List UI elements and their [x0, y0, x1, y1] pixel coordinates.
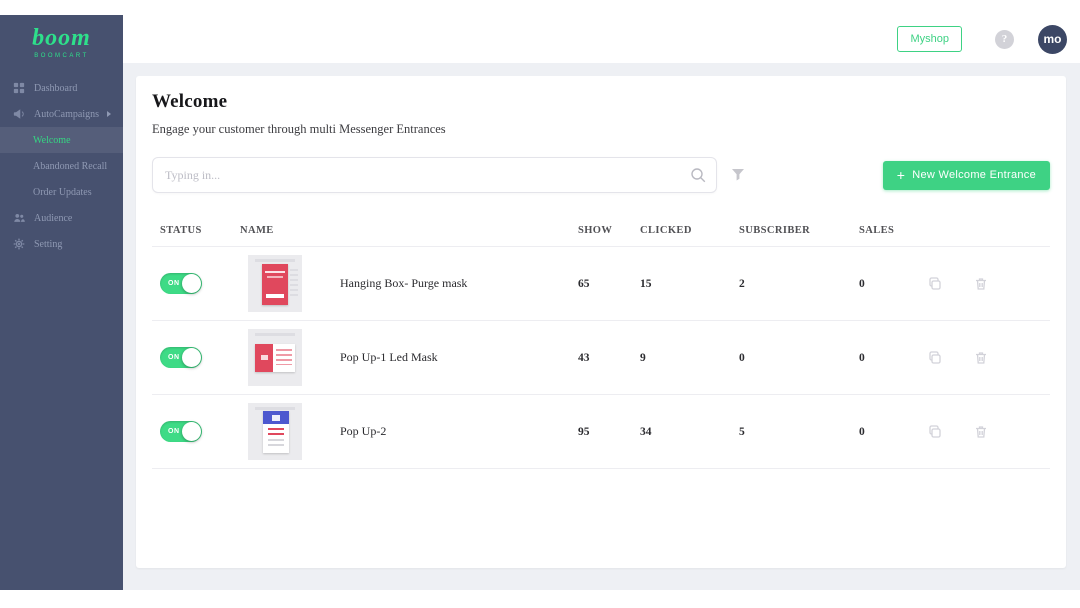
cell-name: Pop Up-2 — [240, 403, 570, 460]
chevron-right-icon — [107, 111, 111, 117]
delete-icon[interactable] — [973, 276, 989, 292]
campaign-icon — [13, 108, 25, 120]
toggle-on-label: ON — [168, 280, 180, 287]
cell-actions — [913, 276, 1050, 292]
sidebar-nav: Dashboard AutoCampaigns Welcome Abandone… — [0, 75, 123, 257]
avatar[interactable]: mo — [1038, 24, 1067, 54]
cell-subscriber: 5 — [739, 425, 745, 438]
sidebar-item-order-updates[interactable]: Order Updates — [0, 179, 123, 205]
sidebar-item-welcome[interactable]: Welcome — [0, 127, 123, 153]
entrance-name: Hanging Box- Purge mask — [340, 276, 468, 290]
sidebar: boom BOOMCART Dashboard AutoCampaigns We… — [0, 15, 123, 590]
status-toggle[interactable]: ON — [160, 347, 202, 368]
logo-tagline: BOOMCART — [34, 53, 89, 59]
status-toggle[interactable]: ON — [160, 421, 202, 442]
cell-status: ON — [152, 347, 240, 368]
table-row: ON Pop Up-2 95 34 5 0 — [152, 395, 1050, 469]
copy-icon[interactable] — [927, 350, 943, 366]
sidebar-item-autocampaigns[interactable]: AutoCampaigns — [0, 101, 123, 127]
copy-icon[interactable] — [927, 424, 943, 440]
table-row: ON Pop Up-1 Led Mask 43 9 0 0 — [152, 321, 1050, 395]
header-name: NAME — [240, 225, 274, 236]
cell-sales: 0 — [859, 277, 865, 290]
audience-icon — [13, 212, 25, 224]
sidebar-subitem-label: Abandoned Recall — [33, 160, 108, 172]
cell-actions — [913, 424, 1050, 440]
sidebar-item-label: Audience — [34, 212, 73, 224]
toggle-knob — [182, 422, 201, 441]
cell-actions — [913, 350, 1050, 366]
search-icon[interactable] — [689, 166, 707, 184]
header-subscriber: SUBSCRIBER — [739, 225, 811, 236]
sidebar-item-abandoned-recall[interactable]: Abandoned Recall — [0, 153, 123, 179]
app-canvas: boom BOOMCART Dashboard AutoCampaigns We… — [0, 0, 1080, 608]
entrance-name: Pop Up-1 Led Mask — [340, 350, 438, 364]
sidebar-item-label: AutoCampaigns — [34, 108, 99, 120]
delete-icon[interactable] — [973, 424, 989, 440]
table-row: ON Hanging Box- Purge mask 65 15 2 0 — [152, 247, 1050, 321]
delete-icon[interactable] — [973, 350, 989, 366]
cell-clicked: 15 — [640, 277, 652, 290]
myshop-button[interactable]: Myshop — [897, 26, 962, 52]
sidebar-subitem-label: Welcome — [33, 134, 71, 146]
filter-icon[interactable] — [730, 167, 746, 183]
new-welcome-entrance-label: New Welcome Entrance — [912, 169, 1036, 181]
header-show: SHOW — [578, 225, 613, 236]
dashboard-icon — [13, 82, 25, 94]
cell-status: ON — [152, 421, 240, 442]
page-title: Welcome — [152, 91, 228, 112]
toggle-on-label: ON — [168, 354, 180, 361]
main-content: Welcome Engage your customer through mul… — [123, 63, 1080, 590]
table-header-row: STATUS NAME SHOW CLICKED SUBSCRIBER SALE… — [152, 215, 1050, 247]
row-thumbnail — [248, 329, 302, 386]
cell-clicked: 9 — [640, 351, 646, 364]
help-icon[interactable]: ? — [995, 29, 1014, 49]
search-input[interactable] — [152, 157, 717, 193]
cell-name: Pop Up-1 Led Mask — [240, 329, 570, 386]
cell-show: 95 — [578, 425, 590, 438]
header-status: STATUS — [160, 225, 202, 236]
cell-status: ON — [152, 273, 240, 294]
plus-icon: + — [896, 167, 906, 183]
entrance-name: Pop Up-2 — [340, 424, 387, 438]
page-subtitle: Engage your customer through multi Messe… — [152, 122, 446, 136]
sidebar-item-label: Setting — [34, 238, 63, 250]
toggle-knob — [182, 274, 201, 293]
sidebar-item-label: Dashboard — [34, 82, 78, 94]
sidebar-item-audience[interactable]: Audience — [0, 205, 123, 231]
sidebar-item-setting[interactable]: Setting — [0, 231, 123, 257]
topbar: Myshop ? mo — [123, 15, 1080, 63]
header-sales: SALES — [859, 225, 895, 236]
cell-sales: 0 — [859, 351, 865, 364]
gear-icon — [13, 238, 25, 250]
copy-icon[interactable] — [927, 276, 943, 292]
toolbar: + New Welcome Entrance — [152, 157, 1050, 193]
cell-subscriber: 2 — [739, 277, 745, 290]
cell-show: 65 — [578, 277, 590, 290]
row-thumbnail — [248, 255, 302, 312]
sidebar-subitem-label: Order Updates — [33, 186, 92, 198]
new-welcome-entrance-button[interactable]: + New Welcome Entrance — [882, 160, 1050, 190]
status-toggle[interactable]: ON — [160, 273, 202, 294]
cell-name: Hanging Box- Purge mask — [240, 255, 570, 312]
toggle-on-label: ON — [168, 428, 180, 435]
logo-wordmark: boom — [32, 25, 91, 51]
welcome-card: Welcome Engage your customer through mul… — [136, 76, 1066, 568]
header-clicked: CLICKED — [640, 225, 692, 236]
cell-subscriber: 0 — [739, 351, 745, 364]
cell-clicked: 34 — [640, 425, 652, 438]
cell-sales: 0 — [859, 425, 865, 438]
cell-show: 43 — [578, 351, 590, 364]
app-logo[interactable]: boom BOOMCART — [0, 15, 123, 67]
row-thumbnail — [248, 403, 302, 460]
search-box — [152, 157, 717, 193]
entrances-table: STATUS NAME SHOW CLICKED SUBSCRIBER SALE… — [152, 215, 1050, 469]
sidebar-item-dashboard[interactable]: Dashboard — [0, 75, 123, 101]
toggle-knob — [182, 348, 201, 367]
